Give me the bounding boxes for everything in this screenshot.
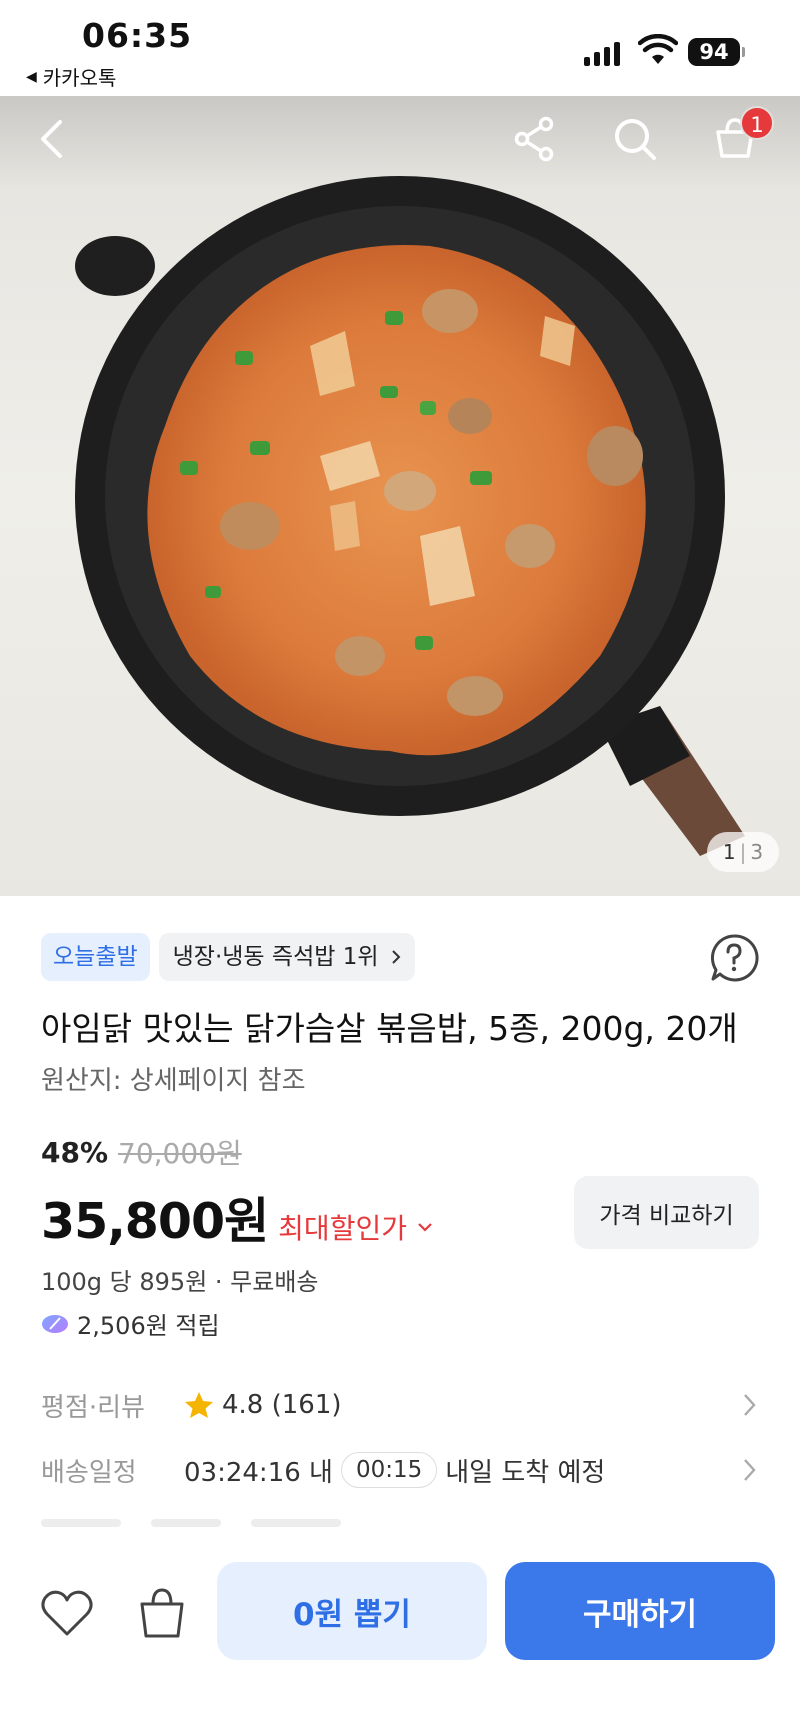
delivery-label: 배송일정 bbox=[41, 1457, 137, 1488]
status-time: 06:35 bbox=[82, 16, 193, 55]
page-total: 3 bbox=[750, 840, 764, 864]
chevron-down-icon bbox=[418, 1223, 432, 1232]
chevron-right-icon bbox=[744, 1459, 756, 1481]
product-title: 아임닭 맛있는 닭가슴살 볶음밥, 5종, 200g, 20개 bbox=[41, 1009, 738, 1048]
battery-icon: 94 bbox=[688, 38, 740, 66]
chevron-right-icon bbox=[744, 1394, 756, 1416]
discount-row: 48% 70,000원 bbox=[41, 1132, 242, 1172]
share-icon[interactable] bbox=[510, 114, 560, 164]
cellular-signal-icon bbox=[584, 40, 620, 66]
zero-won-draw-button[interactable]: 0원 뽑기 bbox=[217, 1562, 487, 1660]
question-chat-icon[interactable] bbox=[708, 932, 760, 984]
discount-rate: 48% bbox=[41, 1135, 109, 1169]
delivery-timer-chip: 00:15 bbox=[340, 1452, 438, 1488]
buy-now-button[interactable]: 구매하기 bbox=[505, 1562, 775, 1660]
points-icon bbox=[42, 1314, 68, 1333]
status-bar: 06:35 ◀ 카카오톡 94 bbox=[0, 0, 800, 96]
delivery-schedule-row[interactable]: 배송일정 03:24:16 내 00:15 내일 도착 예정 bbox=[41, 1446, 759, 1494]
page-current: 1 bbox=[722, 840, 736, 864]
back-arrow-icon[interactable] bbox=[28, 114, 78, 164]
original-price: 70,000원 bbox=[118, 1137, 242, 1170]
best-price-label: 최대할인가 bbox=[278, 1212, 407, 1245]
product-photo bbox=[75, 176, 745, 856]
image-page-indicator: 1 | 3 bbox=[707, 832, 779, 872]
chevron-right-icon bbox=[391, 950, 400, 964]
price-compare-button[interactable]: 가격 비교하기 bbox=[574, 1176, 759, 1249]
rating-review-row[interactable]: 평점·리뷰 4.8 (161) bbox=[41, 1381, 759, 1429]
shopping-bag-icon[interactable] bbox=[136, 1584, 188, 1640]
search-icon[interactable] bbox=[610, 114, 660, 164]
wifi-icon bbox=[638, 34, 678, 64]
product-image-carousel[interactable] bbox=[0, 96, 800, 896]
delivery-arrival: 내일 도착 예정 bbox=[445, 1457, 606, 1488]
best-price-dropdown[interactable]: 최대할인가 bbox=[278, 1207, 433, 1247]
unit-price-shipping: 100g 당 895원 · 무료배송 bbox=[41, 1268, 319, 1296]
delivery-countdown: 03:24:16 내 bbox=[184, 1457, 333, 1488]
category-rank-link[interactable]: 냉장·냉동 즉석밥 1위 bbox=[158, 933, 415, 981]
category-rank-label: 냉장·냉동 즉석밥 1위 bbox=[172, 944, 379, 970]
product-origin: 원산지: 상세페이지 참조 bbox=[41, 1066, 306, 1096]
heart-icon[interactable] bbox=[40, 1588, 94, 1638]
battery-nub bbox=[742, 47, 745, 57]
price-row: 35,800원 최대할인가 bbox=[41, 1182, 433, 1253]
product-tags: 오늘출발 냉장·냉동 즉석밥 1위 bbox=[41, 933, 415, 981]
sale-price: 35,800원 bbox=[41, 1193, 269, 1250]
back-app-label: 카카오톡 bbox=[42, 66, 117, 90]
today-shipping-badge: 오늘출발 bbox=[41, 933, 150, 981]
back-triangle-icon: ◀ bbox=[26, 68, 37, 85]
back-to-app-link[interactable]: ◀ 카카오톡 bbox=[26, 62, 116, 91]
star-icon bbox=[185, 1392, 213, 1418]
page-separator: | bbox=[739, 840, 747, 864]
faded-next-row bbox=[41, 1512, 759, 1542]
reward-points: 2,506원 적립 bbox=[41, 1306, 220, 1341]
rating-value: 4.8 (161) bbox=[222, 1390, 342, 1420]
rating-label: 평점·리뷰 bbox=[41, 1392, 145, 1423]
reward-points-label: 2,506원 적립 bbox=[77, 1312, 220, 1340]
cart-count-badge: 1 bbox=[740, 106, 774, 140]
